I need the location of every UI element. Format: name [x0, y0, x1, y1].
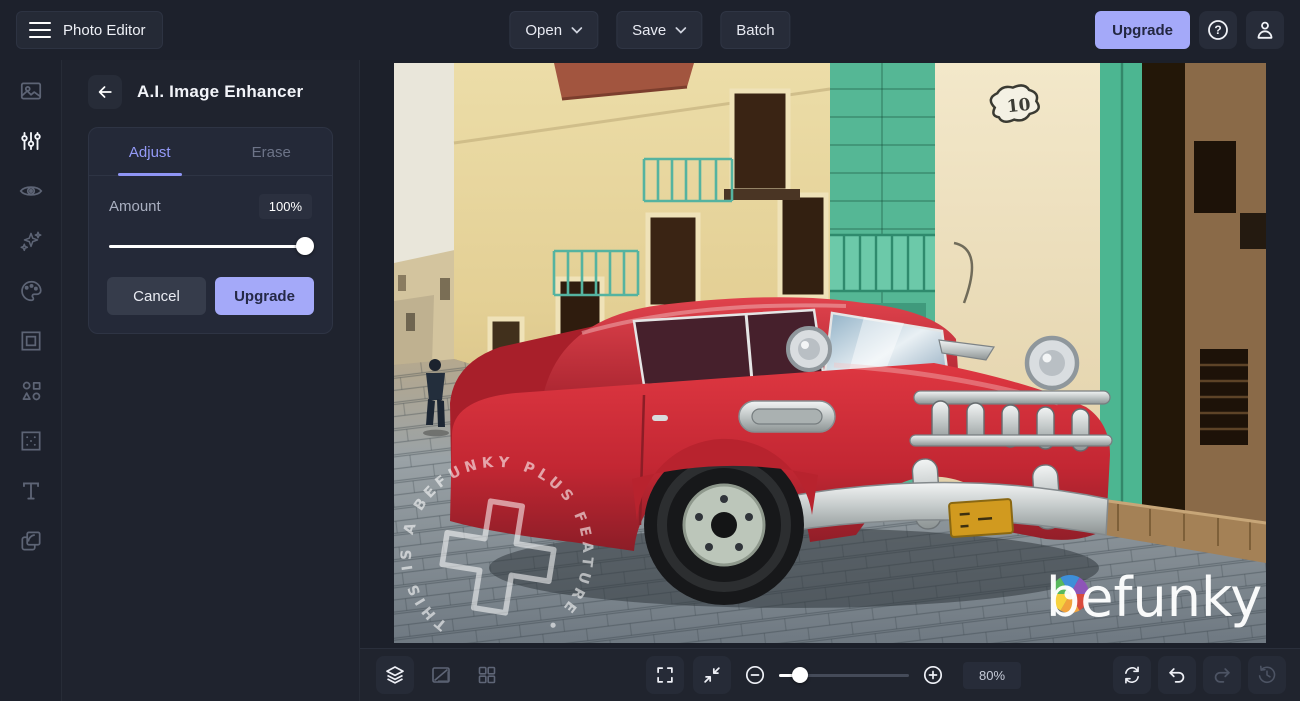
sliders-icon — [18, 128, 44, 154]
tool-panel: A.I. Image Enhancer Adjust Erase Amount … — [62, 60, 360, 701]
grid-icon — [475, 663, 499, 687]
image-icon — [18, 78, 44, 104]
canvas-area: 10 — [360, 60, 1300, 648]
history-icon — [1256, 664, 1278, 686]
zoom-out-button[interactable] — [740, 656, 770, 694]
fit-screen-icon — [701, 664, 723, 686]
frame-icon — [18, 328, 44, 354]
hamburger-icon — [29, 21, 51, 39]
layers-panel-button[interactable] — [376, 656, 414, 694]
duplicate-icon — [18, 528, 44, 554]
bottom-toolbar: 80% — [360, 648, 1300, 701]
account-button[interactable] — [1246, 11, 1284, 49]
texture-icon — [18, 428, 44, 454]
layers-stack-icon — [383, 663, 407, 687]
fullscreen-icon — [654, 664, 676, 686]
tab-adjust[interactable]: Adjust — [89, 144, 211, 175]
batch-button[interactable]: Batch — [720, 11, 790, 49]
arrow-left-icon — [95, 82, 115, 102]
fullscreen-button[interactable] — [646, 656, 684, 694]
shapes-icon — [18, 378, 44, 404]
amount-slider[interactable] — [109, 237, 312, 255]
upgrade-button-panel[interactable]: Upgrade — [215, 277, 314, 315]
fit-screen-button[interactable] — [693, 656, 731, 694]
help-icon: ? — [1206, 18, 1230, 42]
undo-icon — [1166, 664, 1188, 686]
active-tab-underline — [118, 173, 182, 176]
sidebar-item-layers[interactable] — [16, 526, 46, 556]
sidebar-item-effects[interactable] — [16, 226, 46, 256]
sidebar-item-image-manager[interactable] — [16, 76, 46, 106]
sidebar-item-frames[interactable] — [16, 326, 46, 356]
photo-image[interactable]: 10 — [394, 63, 1266, 643]
right-doorway — [1100, 63, 1266, 528]
sidebar-item-graphics[interactable] — [16, 376, 46, 406]
sidebar-item-textures[interactable] — [16, 426, 46, 456]
tab-erase[interactable]: Erase — [211, 144, 333, 175]
zoom-out-icon — [743, 663, 767, 687]
sidebar-item-text[interactable] — [16, 476, 46, 506]
compare-icon — [429, 663, 453, 687]
enhancer-card: Adjust Erase Amount 100% Cancel Upgrade — [88, 127, 333, 334]
sidebar-item-eye-effects[interactable] — [16, 176, 46, 206]
distant-buildings — [394, 248, 464, 369]
cancel-button[interactable]: Cancel — [107, 277, 206, 315]
panel-title: A.I. Image Enhancer — [137, 82, 303, 102]
sparkles-icon — [18, 228, 44, 254]
reset-icon — [1121, 664, 1143, 686]
amount-value: 100% — [259, 194, 312, 219]
grid-view-button[interactable] — [468, 656, 506, 694]
compare-button[interactable] — [422, 656, 460, 694]
top-bar: Photo Editor Open Save Batch Upgrade ? — [0, 0, 1300, 60]
amount-label: Amount — [109, 198, 161, 215]
main-menu-button[interactable]: Photo Editor — [16, 11, 163, 49]
amount-slider-thumb[interactable] — [296, 237, 314, 255]
sidebar-item-adjust[interactable] — [16, 126, 46, 156]
eye-icon — [18, 178, 44, 204]
text-icon — [18, 478, 44, 504]
reset-button[interactable] — [1113, 656, 1151, 694]
house-number: 10 — [1006, 95, 1032, 117]
history-button[interactable] — [1248, 656, 1286, 694]
zoom-in-icon — [921, 663, 945, 687]
redo-icon — [1211, 664, 1233, 686]
brand-logo-text: befunky — [1046, 566, 1262, 629]
open-button[interactable]: Open — [509, 11, 598, 49]
help-button[interactable]: ? — [1199, 11, 1237, 49]
upgrade-button-top[interactable]: Upgrade — [1095, 11, 1190, 49]
zoom-slider-thumb[interactable] — [792, 667, 808, 683]
app-title: Photo Editor — [63, 22, 146, 39]
photo-editor-app: Photo Editor Open Save Batch Upgrade ? — [0, 0, 1300, 701]
palette-icon — [18, 278, 44, 304]
redo-button[interactable] — [1203, 656, 1241, 694]
chevron-down-icon — [675, 27, 686, 34]
sidebar-item-paint[interactable] — [16, 276, 46, 306]
brand-logo: befunky — [1046, 566, 1262, 629]
undo-button[interactable] — [1158, 656, 1196, 694]
user-icon — [1253, 18, 1277, 42]
amount-slider-track[interactable] — [109, 245, 312, 248]
tool-rail — [0, 60, 62, 701]
zoom-slider[interactable] — [779, 667, 909, 683]
chevron-down-icon — [571, 27, 582, 34]
zoom-percent[interactable]: 80% — [963, 662, 1021, 689]
save-button[interactable]: Save — [616, 11, 702, 49]
zoom-in-button[interactable] — [918, 656, 948, 694]
back-button[interactable] — [88, 75, 122, 109]
svg-text:?: ? — [1214, 23, 1221, 37]
